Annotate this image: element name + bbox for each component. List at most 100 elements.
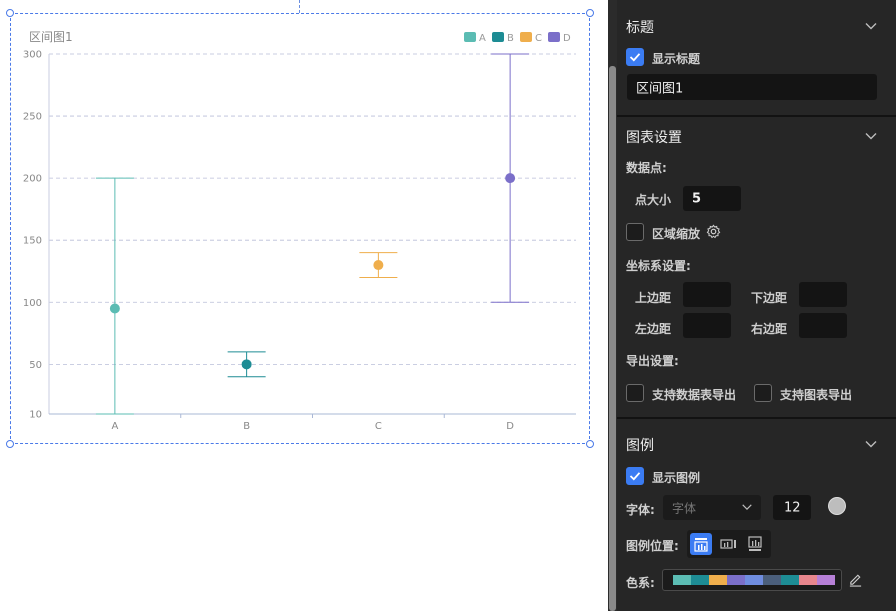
chevron-down-icon <box>742 504 752 510</box>
y-tick-label: 250 <box>23 112 42 123</box>
margin-left-input[interactable] <box>683 313 731 338</box>
legend-position-label: 图例位置: <box>626 539 679 553</box>
y-tick-label: 150 <box>23 236 42 247</box>
legend-position-bottom[interactable] <box>744 533 766 555</box>
export-table-checkbox[interactable] <box>626 384 644 402</box>
y-tick-label: 200 <box>23 174 42 185</box>
margin-top-label: 上边距 <box>635 291 672 305</box>
palette-swatch <box>673 575 691 585</box>
range-chart: 区间图1 A B C D 300 250 200 150 100 50 10 A B C D <box>23 30 576 432</box>
edit-pencil-icon[interactable] <box>848 572 863 587</box>
resize-handle-br[interactable] <box>586 440 594 448</box>
data-points-label: 数据点: <box>626 161 667 175</box>
show-title-checkbox[interactable] <box>626 48 644 66</box>
section-divider <box>617 417 896 419</box>
palette-swatch <box>799 575 817 585</box>
margin-right-label: 右边距 <box>751 322 788 336</box>
legend-position-right[interactable] <box>717 533 739 555</box>
show-legend-checkbox[interactable] <box>626 467 644 485</box>
font-family-select[interactable]: 字体 <box>663 495 761 520</box>
y-axis: 300 250 200 150 100 50 10 <box>23 50 50 421</box>
gear-icon[interactable] <box>706 224 721 239</box>
data-point <box>373 260 384 271</box>
legend-section-header[interactable]: 图例 <box>617 435 896 455</box>
check-icon <box>629 472 641 481</box>
section-divider <box>617 115 896 117</box>
x-tick-label: B <box>243 421 250 432</box>
zoom-checkbox[interactable] <box>626 223 644 241</box>
x-tick-label: C <box>375 421 382 432</box>
color-scheme-label: 色系: <box>626 576 655 590</box>
palette-swatch <box>781 575 799 585</box>
legend-label: D <box>563 33 571 44</box>
font-size-value: 12 <box>784 500 801 515</box>
show-title-label: 显示标题 <box>652 52 701 66</box>
export-table-label: 支持数据表导出 <box>652 388 737 402</box>
legend-bottom-icon <box>748 536 762 551</box>
palette-swatch <box>817 575 835 585</box>
legend-top-icon <box>694 538 708 552</box>
font-size-input[interactable]: 12 <box>773 495 811 520</box>
margin-left-label: 左边距 <box>635 322 672 336</box>
title-section-header[interactable]: 标题 <box>617 17 896 37</box>
chart-settings-header[interactable]: 图表设置 <box>617 127 896 147</box>
legend-swatch <box>492 32 504 42</box>
legend-swatch <box>464 32 476 42</box>
font-select-placeholder: 字体 <box>672 501 697 515</box>
palette-swatch <box>763 575 781 585</box>
chart-widget[interactable]: 区间图1 A B C D 300 250 200 150 100 50 10 A B C D <box>10 13 590 444</box>
chevron-down-icon[interactable] <box>864 437 878 451</box>
resize-handle-bl[interactable] <box>6 440 14 448</box>
y-tick-label: 300 <box>23 50 42 61</box>
export-chart-checkbox[interactable] <box>754 384 772 402</box>
palette-swatch <box>727 575 745 585</box>
show-legend-label: 显示图例 <box>652 471 701 485</box>
point-size-label: 点大小 <box>635 193 672 207</box>
legend-position-group <box>687 530 771 558</box>
title-input[interactable]: 区间图1 <box>627 74 877 100</box>
title-input-value: 区间图1 <box>636 81 684 97</box>
export-settings-label: 导出设置: <box>626 354 679 368</box>
x-tick-label: D <box>506 421 514 432</box>
resize-handle-tr[interactable] <box>586 9 594 17</box>
scrollbar-thumb[interactable] <box>609 66 616 611</box>
legend-right-icon <box>720 539 736 549</box>
margin-bottom-input[interactable] <box>799 282 847 307</box>
y-tick-label: 10 <box>29 410 42 421</box>
chevron-down-icon[interactable] <box>864 129 878 143</box>
legend-swatch <box>548 32 560 42</box>
property-panel: 标题 显示标题 区间图1 图表设置 数据点: 点大小 5 区域缩放 坐标系设置:… <box>617 0 896 611</box>
palette-swatch <box>745 575 763 585</box>
design-canvas[interactable]: 区间图1 A B C D 300 250 200 150 100 50 10 A B C D <box>0 0 608 611</box>
margin-top-input[interactable] <box>683 282 731 307</box>
x-axis: A B C D <box>49 413 576 432</box>
point-size-input[interactable]: 5 <box>683 186 741 211</box>
resize-handle-tl[interactable] <box>6 9 14 17</box>
export-chart-label: 支持图表导出 <box>780 388 853 402</box>
title-section-label: 标题 <box>626 20 654 36</box>
chart-marks <box>95 53 530 415</box>
x-tick-label: A <box>111 421 118 432</box>
data-point <box>241 359 252 370</box>
data-point <box>505 173 516 184</box>
legend-label: A <box>479 33 486 44</box>
data-point <box>109 303 120 314</box>
point-size-value: 5 <box>692 191 702 206</box>
y-tick-label: 100 <box>23 298 42 309</box>
color-scheme-select[interactable] <box>662 569 842 591</box>
zoom-label: 区域缩放 <box>652 227 701 241</box>
margin-right-input[interactable] <box>799 313 847 338</box>
legend-position-top[interactable] <box>690 533 712 555</box>
alignment-guide <box>299 0 300 13</box>
font-color-picker[interactable] <box>828 497 846 515</box>
chart-settings-label: 图表设置 <box>626 130 682 146</box>
legend-label: B <box>507 33 514 44</box>
check-icon <box>629 53 641 62</box>
palette-swatch <box>709 575 727 585</box>
chart-legend: A B C D <box>464 32 571 44</box>
font-label: 字体: <box>626 503 655 517</box>
y-tick-label: 50 <box>29 360 42 371</box>
palette-swatch <box>691 575 709 585</box>
chevron-down-icon[interactable] <box>864 19 878 33</box>
legend-section-label: 图例 <box>626 438 654 454</box>
